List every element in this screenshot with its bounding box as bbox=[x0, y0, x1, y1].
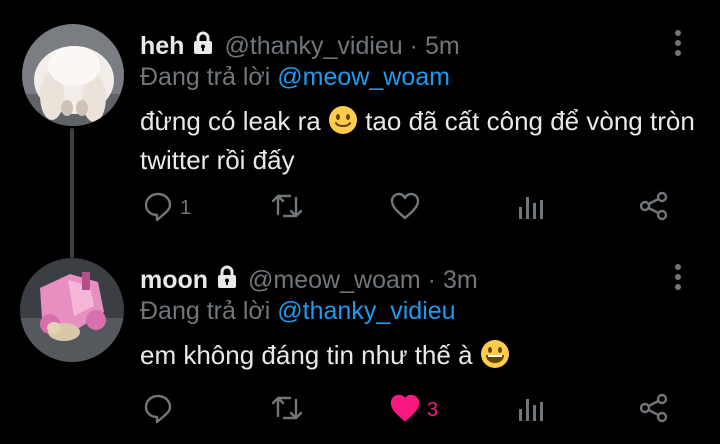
share-icon bbox=[638, 392, 670, 429]
more-icon[interactable] bbox=[668, 262, 688, 292]
replying-to: Đang trả lời @thanky_vidieu bbox=[140, 296, 456, 326]
reply-count: 1 bbox=[180, 196, 192, 219]
mention-link[interactable]: @thanky_vidieu bbox=[277, 297, 455, 325]
retweet-icon bbox=[270, 392, 304, 429]
reply-icon bbox=[142, 190, 174, 227]
reply-button[interactable]: 1 bbox=[142, 188, 191, 228]
retweet-button[interactable] bbox=[270, 188, 304, 228]
avatar[interactable] bbox=[20, 258, 124, 362]
tweet-header: moon @meow_woam · 3m bbox=[140, 264, 478, 297]
like-icon bbox=[389, 392, 421, 429]
share-icon bbox=[638, 190, 670, 227]
lock-icon bbox=[214, 264, 240, 297]
tweet-header: heh @thanky_vidieu · 5m bbox=[140, 30, 460, 63]
handle[interactable]: @thanky_vidieu bbox=[224, 32, 402, 60]
like-button[interactable]: 3 bbox=[389, 390, 438, 430]
tweet-2[interactable]: moon @meow_woam · 3m Đang trả lời @thanky… bbox=[0, 250, 720, 444]
tweet-1[interactable]: heh @thanky_vidieu · 5m Đang trả lời @meo… bbox=[0, 0, 720, 258]
avatar-image bbox=[22, 24, 124, 126]
retweet-button[interactable] bbox=[270, 390, 304, 430]
views-icon bbox=[516, 191, 546, 226]
mention-link[interactable]: @meow_woam bbox=[277, 63, 450, 91]
tweet-text: đừng có leak ra tao đã cất công để vòng … bbox=[140, 104, 700, 177]
slightly-smiling-face-icon bbox=[328, 105, 358, 143]
like-icon bbox=[389, 190, 421, 227]
views-button[interactable] bbox=[516, 390, 546, 430]
avatar[interactable] bbox=[22, 24, 124, 126]
share-button[interactable] bbox=[638, 188, 670, 228]
separator-dot: · bbox=[427, 266, 436, 294]
display-name[interactable]: heh bbox=[140, 32, 184, 60]
action-bar: 3 bbox=[0, 390, 720, 430]
share-button[interactable] bbox=[638, 390, 670, 430]
handle[interactable]: @meow_woam bbox=[248, 266, 421, 294]
grinning-face-icon bbox=[480, 339, 510, 377]
avatar-image bbox=[20, 258, 124, 362]
tweet-text-part: em không đáng tin như thế à bbox=[140, 340, 473, 370]
retweet-icon bbox=[270, 190, 304, 227]
more-icon[interactable] bbox=[668, 28, 688, 58]
timestamp[interactable]: 5m bbox=[425, 32, 460, 60]
views-button[interactable] bbox=[516, 188, 546, 228]
replying-to-label: Đang trả lời bbox=[140, 63, 271, 91]
lock-icon bbox=[190, 30, 216, 63]
reply-button[interactable] bbox=[142, 390, 180, 430]
like-count: 3 bbox=[427, 398, 439, 421]
views-icon bbox=[516, 393, 546, 428]
display-name[interactable]: moon bbox=[140, 266, 208, 294]
separator-dot: · bbox=[409, 32, 418, 60]
reply-icon bbox=[142, 392, 174, 429]
tweet-text-part: đừng có leak ra bbox=[140, 106, 321, 136]
tweet-text: em không đáng tin như thế à bbox=[140, 338, 700, 377]
replying-to-label: Đang trả lời bbox=[140, 297, 271, 325]
like-button[interactable] bbox=[389, 188, 427, 228]
replying-to: Đang trả lời @meow_woam bbox=[140, 62, 450, 92]
action-bar: 1 bbox=[0, 188, 720, 228]
timestamp[interactable]: 3m bbox=[443, 266, 478, 294]
